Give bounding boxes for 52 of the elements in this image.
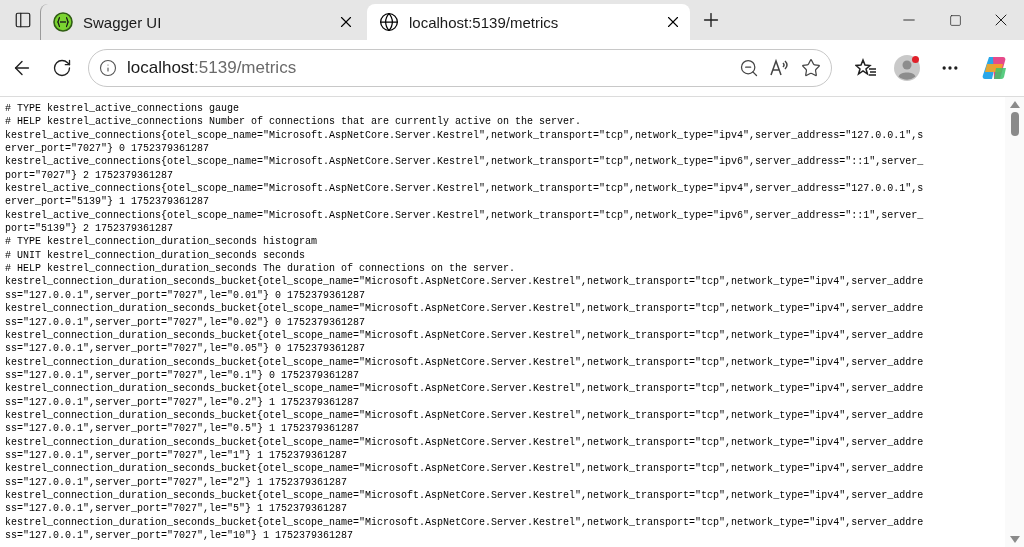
braces-logo-icon — [53, 12, 73, 32]
metrics-line: port="7027"} 2 1752379361287 — [5, 168, 175, 183]
metrics-line: kestrel_connection_duration_seconds_bucket{otel_scope_name="Microsoft.AspNetCore.Server.Kestrel",network_transport="tcp",network_type="ipv4",server_addre — [5, 302, 925, 316]
url-path: :5139/metrics — [194, 58, 297, 78]
metrics-line: ss="127.0.0.1",server_port="7027",le="0.01"} 0 1752379361287 — [5, 288, 367, 303]
metrics-line: erver_port="7027"} 0 1752379361287 — [5, 142, 211, 156]
scroll-up-icon[interactable] — [1009, 101, 1020, 108]
metrics-line: kestrel_connection_duration_seconds_bucket{otel_scope_name="Microsoft.AspNetCore.Server.Kestrel",network_transport="tcp",network_type="ipv4",server_addre — [5, 435, 925, 449]
metrics-line: kestrel_connection_duration_seconds_bucket{otel_scope_name="Microsoft.AspNetCore.Server.Kestrel",network_transport="tcp",network_type="ipv4",server_addre — [5, 328, 925, 343]
metrics-line: kestrel_connection_duration_seconds_bucket{otel_scope_name="Microsoft.AspNetCore.Server.Kestrel",network_transport="tcp",network_type="ipv4",server_addre — [5, 515, 925, 529]
metrics-line: kestrel_active_connections{otel_scope_name="Microsoft.AspNetCore.Server.Kestrel",network_transport="tcp",network_type="ipv4",server_address="127.0.0.1",s — [5, 128, 925, 143]
sidebar-icon[interactable] — [14, 11, 32, 29]
metrics-line: # TYPE kestrel_connection_duration_seconds histogram — [5, 235, 319, 249]
metrics-line: ss="127.0.0.1",server_port="7027",le="10"} 1 1752379361287 — [5, 529, 355, 543]
metrics-line: ss="127.0.0.1",server_port="7027",le="0.1"} 0 1752379361287 — [5, 368, 361, 383]
metrics-line: ss="127.0.0.1",server_port="7027",le="0.5"} 1 1752379361287 — [5, 422, 361, 436]
metrics-line: ss="127.0.0.1",server_port="7027",le="0.02"} 0 1752379361287 — [5, 315, 367, 329]
favorites-list-icon[interactable] — [855, 58, 877, 78]
metrics-line: # HELP kestrel_connection_duration_seconds The duration of connections on the server. — [5, 262, 517, 276]
metrics-line: ss="127.0.0.1",server_port="7027",le="5"} 1 1752379361287 — [5, 502, 349, 516]
read-aloud-icon[interactable] — [769, 58, 791, 78]
metrics-line: ss="127.0.0.1",server_port="7027",le="2"} 1 1752379361287 — [5, 475, 349, 489]
metrics-line: # TYPE kestrel_active_connections gauge — [5, 102, 241, 116]
metrics-line: ss="127.0.0.1",server_port="7027",le="1"} 1 1752379361287 — [5, 448, 349, 463]
metrics-line: kestrel_connection_duration_seconds_bucket{otel_scope_name="Microsoft.AspNetCore.Server.Kestrel",network_transport="tcp",network_type="ipv4",server_addre — [5, 355, 925, 369]
zoom-out-icon[interactable] — [739, 58, 759, 78]
metrics-line: ss="127.0.0.1",server_port="7027",le="0.05"} 0 1752379361287 — [5, 342, 367, 356]
copilot-logo-icon[interactable] — [981, 55, 1009, 81]
maximize-icon[interactable] — [948, 13, 962, 27]
info-icon[interactable] — [99, 59, 117, 77]
scroll-down-icon[interactable] — [1009, 536, 1020, 543]
scrollbar[interactable] — [1005, 97, 1024, 547]
metrics-line: kestrel_connection_duration_seconds_bucket{otel_scope_name="Microsoft.AspNetCore.Server.Kestrel",network_transport="tcp",network_type="ipv4",server_addre — [5, 408, 925, 423]
metrics-line: kestrel_active_connections{otel_scope_name="Microsoft.AspNetCore.Server.Kestrel",network_transport="tcp",network_type="ipv6",server_address="::1",server_ — [5, 155, 925, 169]
metrics-line: kestrel_active_connections{otel_scope_name="Microsoft.AspNetCore.Server.Kestrel",network_transport="tcp",network_type="ipv4",server_address="127.0.0.1",s — [5, 182, 925, 196]
favorite-star-icon[interactable] — [801, 58, 821, 78]
globe-icon — [379, 12, 399, 32]
metrics-line: kestrel_connection_duration_seconds_bucket{otel_scope_name="Microsoft.AspNetCore.Server.Kestrel",network_transport="tcp",network_type="ipv4",server_addre — [5, 462, 925, 476]
scroll-thumb[interactable] — [1010, 112, 1019, 136]
metrics-line: # UNIT kestrel_connection_duration_seconds seconds — [5, 248, 307, 263]
metrics-line: kestrel_connection_duration_seconds_bucket{otel_scope_name="Microsoft.AspNetCore.Server.Kestrel",network_transport="tcp",network_type="ipv4",server_addre — [5, 382, 925, 396]
metrics-line: kestrel_connection_duration_seconds_bucket{otel_scope_name="Microsoft.AspNetCore.Server.Kestrel",network_transport="tcp",network_type="ipv4",server_addre — [5, 275, 925, 289]
metrics-line: kestrel_connection_duration_seconds_bucket{otel_scope_name="Microsoft.AspNetCore.Server.Kestrel",network_transport="tcp",network_type="ipv4",server_addre — [5, 488, 925, 503]
reload-icon[interactable] — [52, 58, 72, 78]
metrics-line: ss="127.0.0.1",server_port="7027",le="0.2"} 1 1752379361287 — [5, 395, 361, 409]
metrics-line: # HELP kestrel_active_connections Number of connections that are currently active on the server. — [5, 115, 583, 129]
metrics-line: port="5139"} 2 1752379361287 — [5, 222, 175, 236]
metrics-line: erver_port="5139"} 1 1752379361287 — [5, 195, 211, 209]
avatar-icon[interactable] — [894, 55, 920, 81]
metrics-line: kestrel_active_connections{otel_scope_name="Microsoft.AspNetCore.Server.Kestrel",network_transport="tcp",network_type="ipv6",server_address="::1",server_ — [5, 208, 925, 223]
url-host: localhost — [127, 58, 195, 78]
browser-tab[interactable]: localhost:5139/metrics — [367, 4, 690, 40]
